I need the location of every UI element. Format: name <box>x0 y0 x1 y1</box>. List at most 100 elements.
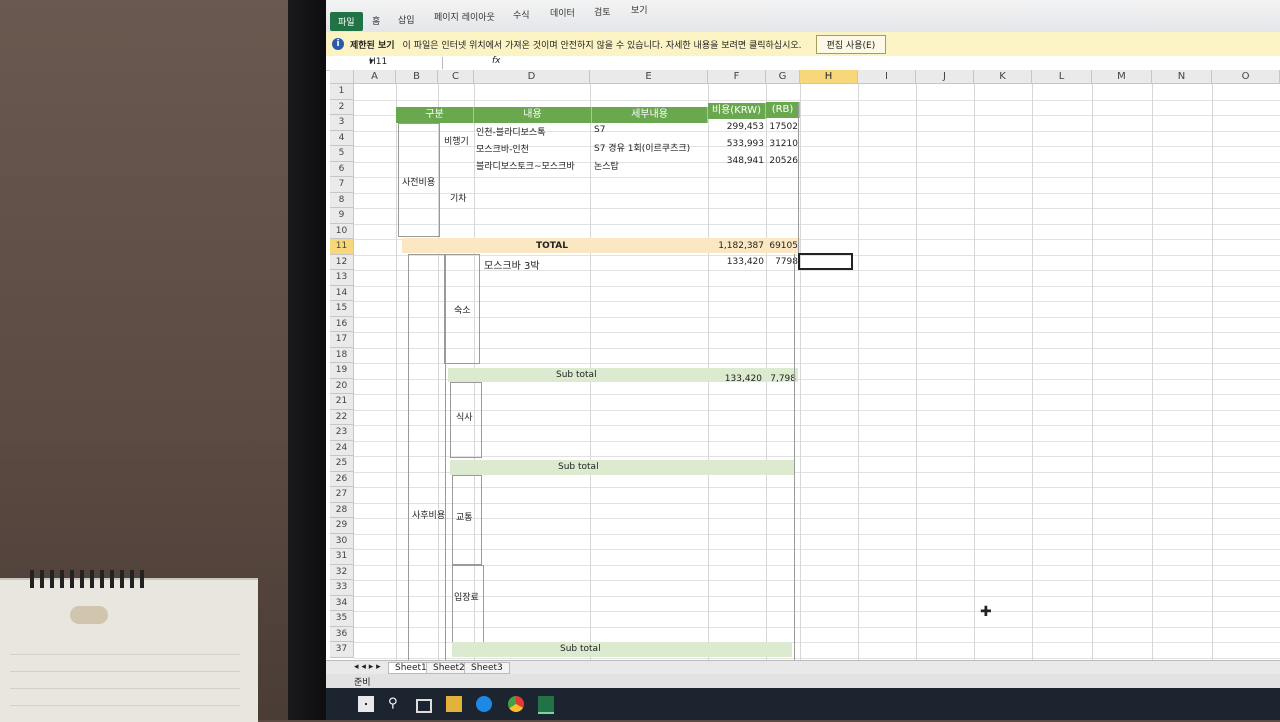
spreadsheet-grid[interactable]: A B C D E F G H I J K L M N O 구분 내용 세부내용… <box>326 70 1280 672</box>
enable-editing-button[interactable]: 편집 사용(E) <box>815 34 887 54</box>
row-header-21[interactable]: 21 <box>330 394 354 410</box>
row-header-9[interactable]: 9 <box>330 208 354 224</box>
admission-group <box>452 565 484 645</box>
column-header-a[interactable]: A <box>354 70 396 84</box>
sheet-nav-icon[interactable]: ◂ ◂ ▸ ▸ <box>354 662 381 672</box>
row-header-14[interactable]: 14 <box>330 285 354 301</box>
tab-home[interactable]: 홈 <box>372 14 380 27</box>
flight-2-krw: 533,993 <box>726 139 764 149</box>
total-label: TOTAL <box>536 241 568 251</box>
name-box[interactable]: H11 ▾ <box>334 57 443 69</box>
gridline <box>800 84 801 672</box>
row-header-26[interactable]: 26 <box>330 471 354 487</box>
gridline <box>354 564 1280 566</box>
gridline <box>1092 84 1093 672</box>
tab-review[interactable]: 검토 <box>594 5 611 18</box>
chevron-down-icon[interactable]: ▾ <box>369 57 438 67</box>
row-header-11[interactable]: 11 <box>330 239 354 255</box>
column-header-g[interactable]: G <box>766 70 800 84</box>
row-header-13[interactable]: 13 <box>330 270 354 286</box>
row-header-7[interactable]: 7 <box>330 177 354 193</box>
gridline <box>354 223 1280 225</box>
row-header-2[interactable]: 2 <box>330 99 354 115</box>
row-header-15[interactable]: 15 <box>330 301 354 317</box>
flight-2-detail: S7 경유 1회(이르쿠츠크) <box>594 144 691 154</box>
row-header-36[interactable]: 36 <box>330 626 354 642</box>
tab-data[interactable]: 데이터 <box>550 6 575 19</box>
info-icon: i <box>332 38 344 50</box>
file-explorer-icon[interactable] <box>446 696 462 712</box>
column-header-m[interactable]: M <box>1092 70 1152 84</box>
sheet-tab-3[interactable]: Sheet3 <box>464 662 510 674</box>
row-header-37[interactable]: 37 <box>330 642 354 658</box>
flight-2-content: 모스크바-인천 <box>476 145 529 155</box>
row-header-19[interactable]: 19 <box>330 363 354 379</box>
header-category: 구분 <box>396 107 474 123</box>
row-header-23[interactable]: 23 <box>330 425 354 441</box>
gridline <box>354 487 1280 488</box>
tab-file[interactable]: 파일 <box>330 12 363 31</box>
row-header-8[interactable]: 8 <box>330 192 354 208</box>
chrome-icon[interactable] <box>508 696 524 712</box>
row-header-32[interactable]: 32 <box>330 564 354 580</box>
row-header-10[interactable]: 10 <box>330 223 354 239</box>
gridline <box>354 440 1280 442</box>
row-header-12[interactable]: 12 <box>330 254 354 270</box>
column-header-i[interactable]: I <box>858 70 916 84</box>
fx-icon[interactable]: fx <box>492 56 501 66</box>
row-header-20[interactable]: 20 <box>330 378 354 394</box>
column-header-o[interactable]: O <box>1212 70 1280 84</box>
search-icon[interactable]: ⚲ <box>388 696 404 712</box>
row-header-29[interactable]: 29 <box>330 518 354 534</box>
sheet-tabs: ◂ ◂ ▸ ▸ Sheet1 Sheet2 Sheet3 <box>326 660 1280 675</box>
meal-subtotal-row <box>450 460 794 475</box>
row-header-34[interactable]: 34 <box>330 595 354 611</box>
row-header-18[interactable]: 18 <box>330 347 354 363</box>
windows-start-icon[interactable] <box>358 696 374 712</box>
row-header-1[interactable]: 1 <box>330 84 354 100</box>
column-header-l[interactable]: L <box>1032 70 1092 84</box>
edge-icon[interactable] <box>476 696 492 712</box>
post-cost-label: 사후비용 <box>412 511 446 521</box>
gridline <box>354 177 1280 178</box>
column-header-c[interactable]: C <box>438 70 474 84</box>
task-view-icon[interactable] <box>416 699 432 713</box>
row-header-17[interactable]: 17 <box>330 332 354 348</box>
row-header-25[interactable]: 25 <box>330 456 354 472</box>
flight-1-content: 인천-블라디보스톡 <box>476 128 546 138</box>
train-label: 기차 <box>450 194 467 204</box>
column-header-k[interactable]: K <box>974 70 1032 84</box>
tab-page-layout[interactable]: 페이지 레이아웃 <box>434 10 495 23</box>
row-header-31[interactable]: 31 <box>330 549 354 565</box>
gridline <box>858 84 859 672</box>
column-header-f[interactable]: F <box>708 70 766 84</box>
row-header-24[interactable]: 24 <box>330 440 354 456</box>
column-header-n[interactable]: N <box>1152 70 1212 84</box>
row-header-4[interactable]: 4 <box>330 130 354 146</box>
column-header-d[interactable]: D <box>474 70 590 84</box>
protected-view-title: 제한된 보기 <box>350 40 395 51</box>
row-header-16[interactable]: 16 <box>330 316 354 332</box>
row-header-6[interactable]: 6 <box>330 161 354 177</box>
selected-cell[interactable] <box>798 253 853 270</box>
tab-formulas[interactable]: 수식 <box>513 8 530 21</box>
column-header-h[interactable]: H <box>800 70 858 84</box>
tab-insert[interactable]: 삽입 <box>398 13 415 26</box>
row-header-5[interactable]: 5 <box>330 146 354 162</box>
gridline <box>354 301 1280 302</box>
row-header-33[interactable]: 33 <box>330 580 354 596</box>
column-header-b[interactable]: B <box>396 70 438 84</box>
select-all-corner[interactable] <box>330 70 354 84</box>
gridline <box>354 549 1280 550</box>
row-header-22[interactable]: 22 <box>330 409 354 425</box>
row-header-28[interactable]: 28 <box>330 502 354 518</box>
excel-icon[interactable] <box>538 696 554 714</box>
row-header-27[interactable]: 27 <box>330 487 354 503</box>
protected-view-message[interactable]: 이 파일은 인터넷 위치에서 가져온 것이며 안전하지 않을 수 있습니다. 자… <box>403 38 802 51</box>
row-header-35[interactable]: 35 <box>330 611 354 627</box>
row-header-30[interactable]: 30 <box>330 533 354 549</box>
tab-view[interactable]: 보기 <box>631 3 648 16</box>
row-header-3[interactable]: 3 <box>330 115 354 131</box>
column-header-e[interactable]: E <box>590 70 708 84</box>
column-header-j[interactable]: J <box>916 70 974 84</box>
